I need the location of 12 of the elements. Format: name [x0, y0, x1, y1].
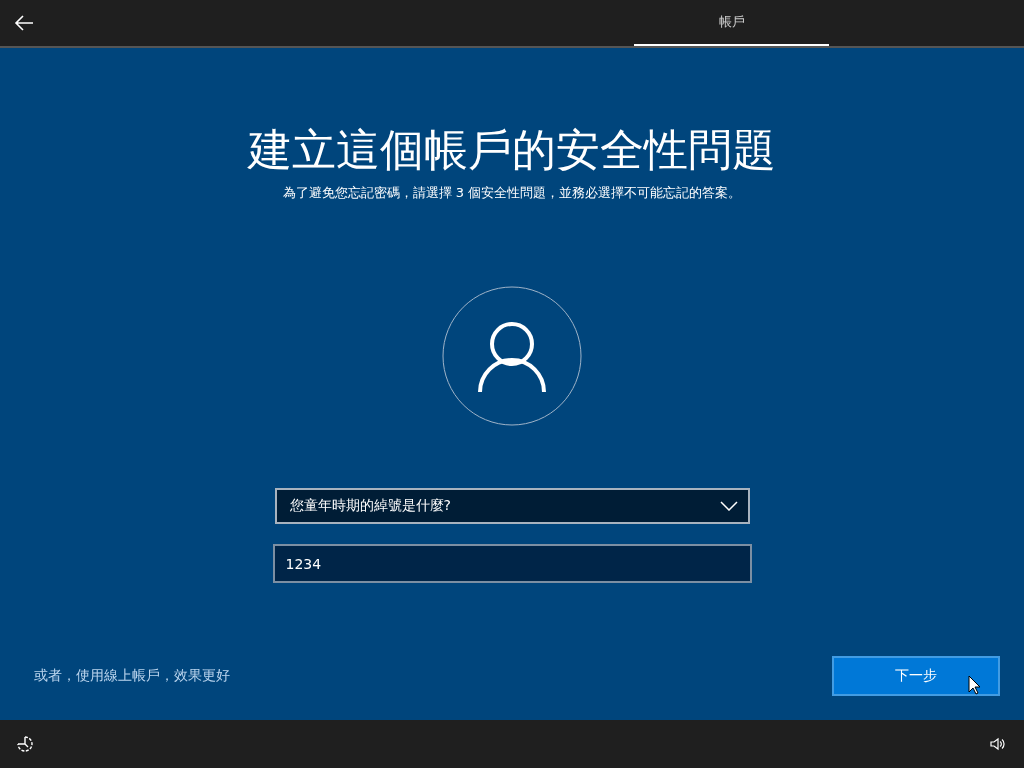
ease-of-access-icon[interactable]	[16, 735, 34, 753]
page-subtitle: 為了避免您忘記密碼，請選擇 3 個安全性問題，並務必選擇不可能忘記的答案。	[282, 184, 742, 202]
online-account-link[interactable]: 或者，使用線上帳戶，效果更好	[34, 667, 230, 685]
page-title: 建立這個帳戶的安全性問題	[248, 123, 776, 177]
back-arrow-icon[interactable]	[14, 15, 34, 31]
answer-field[interactable]: 1234	[272, 544, 752, 583]
volume-icon[interactable]	[990, 737, 1006, 751]
next-button[interactable]: 下一步	[832, 656, 1000, 696]
user-avatar-icon	[442, 286, 582, 426]
question-dropdown[interactable]: 您童年時期的綽號是什麼?	[274, 488, 750, 524]
mouse-cursor-icon	[968, 675, 981, 695]
chevron-down-icon	[719, 501, 738, 511]
